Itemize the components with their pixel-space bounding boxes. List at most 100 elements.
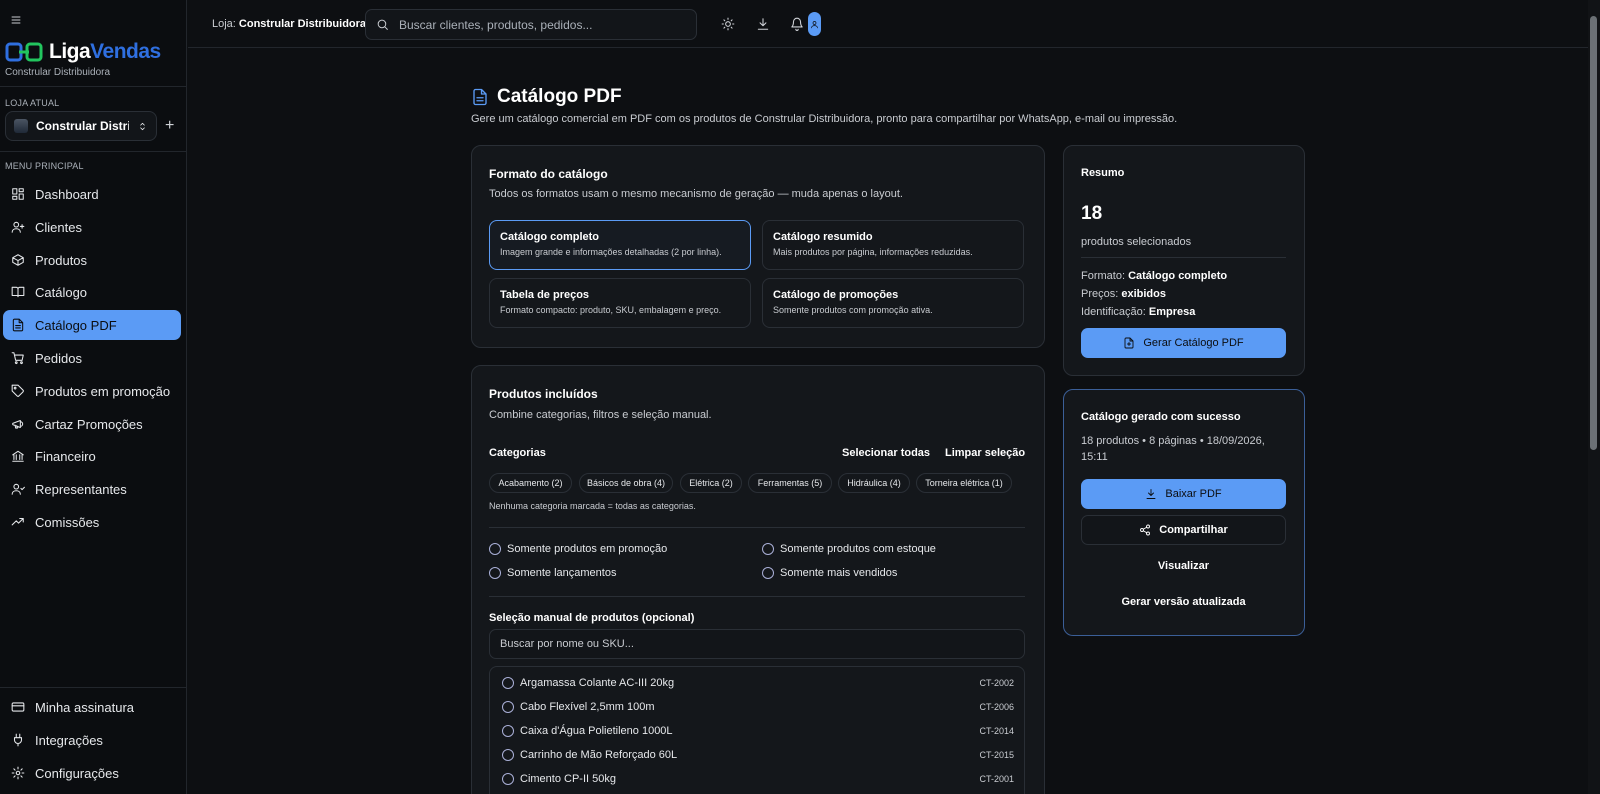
- sidebar-item-produtos-promocao[interactable]: Produtos em promoção: [3, 376, 181, 406]
- format-option-desc: Mais produtos por página, informações re…: [773, 247, 973, 257]
- filter-mais-vendidos-radio[interactable]: Somente mais vendidos: [762, 567, 897, 579]
- product-row[interactable]: Argamassa Colante AC-III 20kg CT-2002: [502, 673, 1014, 693]
- format-option-title: Tabela de preços: [500, 289, 590, 301]
- filter-label: Somente produtos em promoção: [507, 543, 668, 555]
- share-icon: [1140, 524, 1151, 536]
- filter-label: Somente lançamentos: [507, 567, 617, 579]
- radio-circle[interactable]: [502, 749, 514, 761]
- format-option-tabela-precos[interactable]: Tabela de preços Formato compacto: produ…: [489, 278, 751, 328]
- current-store-label: LOJA ATUAL: [5, 98, 60, 108]
- store-selector[interactable]: Constrular Distrib...: [5, 111, 157, 141]
- sidebar-divider: [0, 687, 187, 688]
- store-prefix: Loja:: [212, 18, 236, 30]
- brand-name-part1: Liga: [49, 40, 91, 63]
- product-name: Caixa d'Água Polietileno 1000L: [520, 725, 673, 737]
- category-chip[interactable]: Elétrica (2): [680, 473, 742, 493]
- clear-selection-button[interactable]: Limpar seleção: [945, 447, 1025, 459]
- filter-estoque-radio[interactable]: Somente produtos com estoque: [762, 543, 936, 555]
- sidebar-item-comissoes[interactable]: Comissões: [3, 507, 181, 537]
- product-search-field[interactable]: [489, 629, 1025, 659]
- product-list: Argamassa Colante AC-III 20kg CT-2002 Ca…: [489, 666, 1025, 794]
- sidebar-item-cartaz-promocoes[interactable]: Cartaz Promoções: [3, 409, 181, 439]
- cart-icon: [11, 352, 24, 365]
- select-all-button[interactable]: Selecionar todas: [842, 447, 930, 459]
- category-chip[interactable]: Hidráulica (4): [838, 473, 910, 493]
- download-pdf-label: Baixar PDF: [1165, 488, 1222, 500]
- category-chip[interactable]: Básicos de obra (4): [579, 473, 673, 493]
- radio-circle[interactable]: [502, 773, 514, 785]
- sidebar-item-configuracoes[interactable]: Configurações: [3, 758, 181, 788]
- file-text-icon: [473, 88, 487, 106]
- sidebar-item-clientes[interactable]: Clientes: [3, 212, 181, 242]
- global-search[interactable]: [365, 9, 697, 40]
- format-option-completo[interactable]: Catálogo completo Imagem grande e inform…: [489, 220, 751, 270]
- brand-logo: LigaVendas: [5, 40, 161, 64]
- filter-promocao-radio[interactable]: Somente produtos em promoção: [489, 543, 667, 555]
- format-option-resumido[interactable]: Catálogo resumido Mais produtos por pági…: [762, 220, 1024, 270]
- user-icon: [811, 20, 818, 28]
- radio-circle[interactable]: [489, 567, 501, 579]
- filter-lancamentos-radio[interactable]: Somente lançamentos: [489, 567, 616, 579]
- user-plus-icon: [11, 221, 25, 233]
- view-button[interactable]: Visualizar: [1081, 553, 1286, 579]
- search-input[interactable]: [399, 17, 679, 32]
- search-icon: [377, 19, 388, 30]
- summary-id-value: Empresa: [1148, 306, 1196, 318]
- format-option-title: Catálogo de promoções: [773, 289, 899, 301]
- sidebar-item-catalogo[interactable]: Catálogo: [3, 277, 181, 307]
- logo-mark-icon: [5, 42, 43, 62]
- summary-format-value: Catálogo completo: [1128, 270, 1228, 282]
- notifications-button[interactable]: [790, 17, 804, 31]
- file-pdf-icon: [1124, 337, 1134, 349]
- format-card-subtitle: Todos os formatos usam o mesmo mecanismo…: [489, 188, 903, 200]
- product-row[interactable]: Cabo Flexível 2,5mm 100m CT-2006: [502, 697, 1014, 717]
- main-menu-label: MENU PRINCIPAL: [5, 161, 84, 171]
- scrollbar-thumb[interactable]: [1590, 16, 1597, 450]
- user-menu-button[interactable]: [808, 12, 821, 36]
- format-option-title: Catálogo completo: [500, 231, 600, 243]
- product-row[interactable]: Cimento CP-II 50kg CT-2001: [502, 769, 1014, 789]
- sidebar-item-financeiro[interactable]: Financeiro: [3, 441, 181, 471]
- sidebar-item-dashboard[interactable]: Dashboard: [3, 179, 181, 209]
- download-icon: [757, 18, 769, 30]
- megaphone-icon: [12, 419, 24, 429]
- radio-circle[interactable]: [502, 725, 514, 737]
- trending-up-icon: [11, 517, 24, 526]
- format-option-promocoes[interactable]: Catálogo de promoções Somente produtos c…: [762, 278, 1024, 328]
- summary-identification: Identificação: Empresa: [1081, 306, 1195, 318]
- manual-selection-label: Seleção manual de produtos (opcional): [489, 612, 695, 624]
- download-pdf-button[interactable]: Baixar PDF: [1081, 479, 1286, 509]
- radio-circle[interactable]: [762, 567, 774, 579]
- add-store-icon[interactable]: +: [165, 117, 174, 135]
- menu-icon[interactable]: [10, 14, 22, 26]
- radio-circle[interactable]: [762, 543, 774, 555]
- generate-pdf-button[interactable]: Gerar Catálogo PDF: [1081, 328, 1286, 358]
- category-chip[interactable]: Torneira elétrica (1): [916, 473, 1012, 493]
- store-name: Constrular Distribuidora: [238, 18, 367, 30]
- sun-icon: [721, 17, 735, 31]
- box-icon: [12, 254, 24, 266]
- download-button[interactable]: [756, 17, 770, 31]
- radio-circle[interactable]: [502, 677, 514, 689]
- product-search-input[interactable]: [500, 638, 1014, 650]
- category-chip[interactable]: Ferramentas (5): [748, 473, 832, 493]
- sidebar-item-label: Catálogo PDF: [35, 317, 117, 333]
- sidebar-item-catalogo-pdf[interactable]: Catálogo PDF: [3, 310, 181, 340]
- theme-toggle-button[interactable]: [721, 17, 735, 31]
- current-store-indicator: Loja: Constrular Distribuidora: [212, 18, 366, 30]
- product-row[interactable]: Carrinho de Mão Reforçado 60L CT-2015: [502, 745, 1014, 765]
- sidebar-item-pedidos[interactable]: Pedidos: [3, 343, 181, 373]
- radio-circle[interactable]: [502, 701, 514, 713]
- sidebar-item-integracoes[interactable]: Integrações: [3, 725, 181, 755]
- regenerate-button[interactable]: Gerar versão atualizada: [1081, 589, 1286, 615]
- summary-id-label: Identificação:: [1081, 306, 1146, 318]
- sidebar-item-produtos[interactable]: Produtos: [3, 245, 181, 275]
- page-scrollbar[interactable]: [1588, 0, 1600, 794]
- sidebar-item-representantes[interactable]: Representantes: [3, 474, 181, 504]
- sidebar-item-label: Financeiro: [35, 448, 96, 464]
- category-chip[interactable]: Acabamento (2): [489, 473, 572, 493]
- sidebar-item-minha-assinatura[interactable]: Minha assinatura: [3, 692, 181, 722]
- radio-circle[interactable]: [489, 543, 501, 555]
- share-button[interactable]: Compartilhar: [1081, 515, 1286, 545]
- product-row[interactable]: Caixa d'Água Polietileno 1000L CT-2014: [502, 721, 1014, 741]
